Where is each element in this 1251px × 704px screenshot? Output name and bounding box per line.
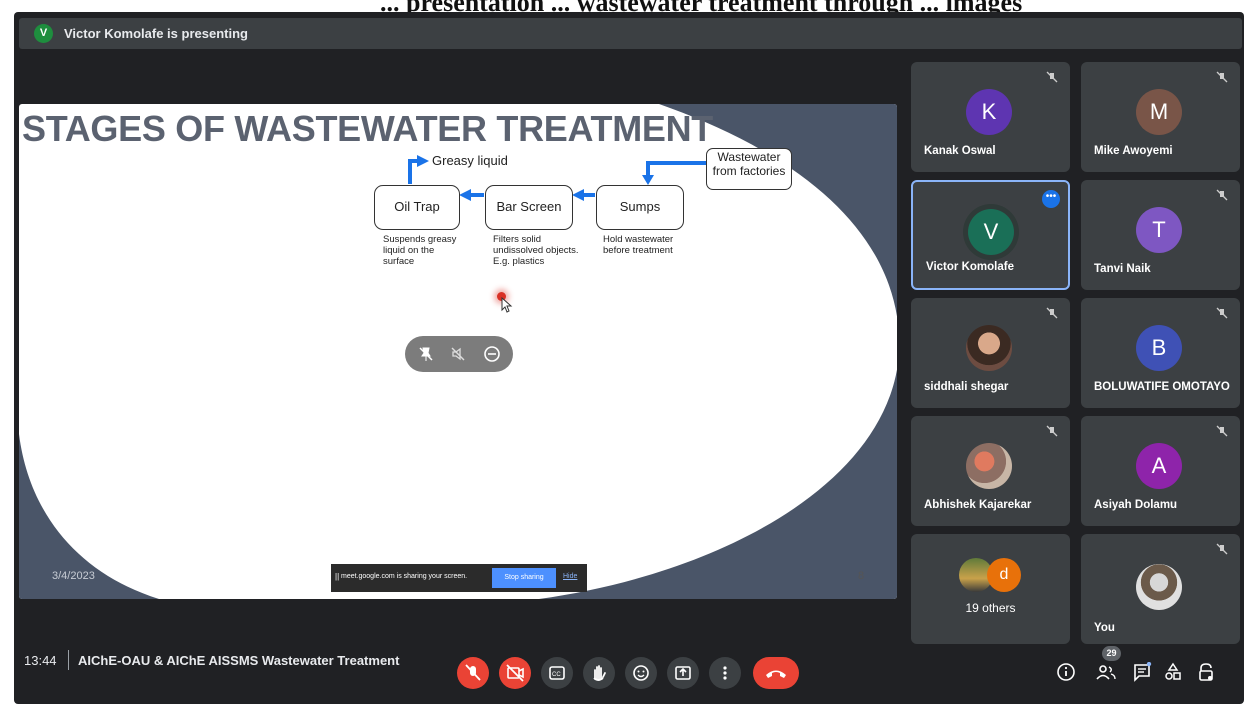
phone-hangup-icon [766, 670, 786, 678]
shared-slide: STAGES OF WASTEWATER TREATMENT Greasy li… [19, 104, 897, 599]
slide-page-number: 8 [858, 570, 865, 582]
box-source-label: Wastewater from factories [712, 150, 786, 178]
raise-hand-icon [593, 665, 606, 681]
more-options-button[interactable] [709, 657, 741, 689]
box-sumps: Sumps [596, 185, 684, 230]
mic-off-icon [1216, 189, 1228, 201]
note-sumps: Hold wastewater before treatment [603, 234, 674, 256]
camera-toggle-button[interactable] [499, 657, 531, 689]
participant-tile[interactable]: siddhali shegar [911, 298, 1070, 408]
box-oil-trap: Oil Trap [374, 185, 460, 230]
others-count: 19 others [965, 601, 1016, 615]
svg-text:CC: CC [552, 672, 561, 678]
more-vert-icon [723, 666, 727, 680]
note-oil-trap: Suspends greasy liquid on the surface [383, 234, 457, 267]
participant-name: Tanvi Naik [1094, 263, 1151, 275]
activities-icon[interactable] [1163, 662, 1183, 682]
mic-off-icon [1216, 425, 1228, 437]
reactions-button[interactable] [625, 657, 657, 689]
mic-off-icon [1046, 71, 1058, 83]
avatar: B [1136, 325, 1182, 371]
screen-share-notification: || meet.google.com is sharing your scree… [331, 564, 587, 592]
presenter-avatar: V [34, 24, 53, 43]
box-bar-screen-label: Bar Screen [496, 199, 562, 214]
participant-tile-active[interactable]: ••• V Victor Komolafe [911, 180, 1070, 290]
info-icon[interactable] [1056, 662, 1076, 682]
participant-count-badge: 29 [1102, 646, 1121, 661]
more-options-button[interactable]: ••• [1042, 190, 1060, 208]
mic-off-icon [1216, 71, 1228, 83]
greasy-liquid-label: Greasy liquid [432, 153, 508, 168]
share-message: meet.google.com is sharing your screen. [341, 573, 468, 580]
separator [68, 650, 69, 670]
pin-off-icon[interactable] [418, 346, 434, 362]
participant-name: You [1094, 622, 1115, 634]
participant-tile[interactable]: A Asiyah Dolamu [1081, 416, 1240, 526]
captions-button[interactable]: CC [541, 657, 573, 689]
presenting-banner: V Victor Komolafe is presenting [19, 18, 1242, 49]
slide-date: 3/4/2023 [52, 570, 95, 582]
meeting-title: AIChE-OAU & AIChE AISSMS Wastewater Trea… [78, 653, 400, 668]
participant-name: Mike Awoyemi [1094, 145, 1173, 157]
box-sumps-label: Sumps [619, 199, 661, 214]
people-icon[interactable] [1095, 662, 1117, 682]
hide-link[interactable]: Hide [563, 573, 577, 580]
participant-name: Victor Komolafe [926, 261, 1014, 273]
chat-icon[interactable] [1132, 662, 1152, 682]
mute-audio-icon[interactable] [450, 346, 466, 362]
emoji-icon [633, 665, 649, 681]
box-source: Wastewater from factories [706, 148, 792, 190]
participant-tile[interactable]: Abhishek Kajarekar [911, 416, 1070, 526]
avatar: V [968, 209, 1014, 255]
present-now-button[interactable] [667, 657, 699, 689]
mic-off-icon [465, 664, 481, 681]
self-tile[interactable]: You [1081, 534, 1240, 644]
raise-hand-button[interactable] [583, 657, 615, 689]
note-bar-screen: Filters solid undissolved objects. E.g. … [493, 234, 579, 267]
mic-off-icon [1046, 307, 1058, 319]
leave-call-button[interactable] [753, 657, 799, 689]
participant-name: Abhishek Kajarekar [924, 499, 1032, 511]
avatar-photo [1136, 564, 1182, 610]
mic-off-icon [1046, 425, 1058, 437]
participant-tile[interactable]: B BOLUWATIFE OMOTAYO [1081, 298, 1240, 408]
drag-handle-icon[interactable]: || [335, 572, 339, 581]
meeting-time: 13:44 [24, 653, 57, 668]
participant-tile[interactable]: M Mike Awoyemi [1081, 62, 1240, 172]
present-icon [675, 666, 691, 680]
mic-off-icon [1216, 543, 1228, 555]
avatar: d [987, 558, 1021, 592]
presenting-text: Victor Komolafe is presenting [64, 26, 248, 41]
avatar: A [1136, 443, 1182, 489]
avatar-photo [966, 325, 1012, 371]
presenter-controls-pill [405, 336, 513, 372]
participant-tile[interactable]: T Tanvi Naik [1081, 180, 1240, 290]
avatar: K [966, 89, 1012, 135]
remove-icon[interactable] [483, 345, 501, 363]
stop-sharing-button[interactable]: Stop sharing [492, 568, 556, 588]
host-controls-icon[interactable] [1196, 662, 1216, 682]
mic-off-icon [1216, 307, 1228, 319]
avatar: M [1136, 89, 1182, 135]
participant-name: Kanak Oswal [924, 145, 996, 157]
participant-tile[interactable]: K Kanak Oswal [911, 62, 1070, 172]
mic-toggle-button[interactable] [457, 657, 489, 689]
meet-window: V Victor Komolafe is presenting STAGES O… [14, 12, 1244, 704]
box-bar-screen: Bar Screen [485, 185, 573, 230]
participant-name: siddhali shegar [924, 381, 1009, 393]
cursor-icon [501, 297, 513, 313]
participant-name: Asiyah Dolamu [1094, 499, 1178, 511]
camera-off-icon [506, 664, 524, 682]
avatar-photo [966, 443, 1012, 489]
captions-icon: CC [549, 666, 565, 680]
others-tile[interactable]: d 19 others [911, 534, 1070, 644]
avatar: T [1136, 207, 1182, 253]
participant-name: BOLUWATIFE OMOTAYO [1094, 381, 1230, 393]
box-oil-trap-label: Oil Trap [394, 199, 440, 214]
